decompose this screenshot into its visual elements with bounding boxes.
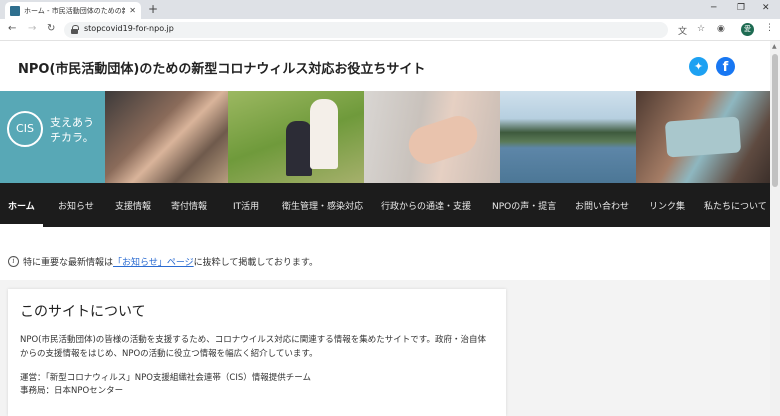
office-text: 事務局：日本NPOセンター <box>20 386 124 396</box>
active-nav-underline <box>0 224 43 227</box>
cis-tagline: 支えあう チカラ。 <box>50 116 94 144</box>
back-arrow-icon[interactable]: ← <box>8 23 16 34</box>
nav-item-news[interactable]: お知らせ <box>58 199 94 212</box>
banner-photo-handwashing <box>364 91 500 183</box>
about-meta: 運営：「新型コロナウィルス」NPO支援組織社会連帯（CIS）情報提供チーム 事務… <box>20 372 311 398</box>
new-tab-button[interactable]: + <box>148 2 158 16</box>
cis-logo-mark: CIS <box>7 111 43 147</box>
browser-tab[interactable]: ホーム - 市民活動団体のための新型 ✕ <box>5 2 141 19</box>
scrollbar-thumb[interactable] <box>772 54 778 187</box>
about-title: このサイトについて <box>20 304 146 320</box>
nav-item-hygiene[interactable]: 衛生管理・感染対応 <box>282 199 363 212</box>
browser-menu-icon[interactable]: ⋮ <box>765 23 774 33</box>
news-page-link[interactable]: 「お知らせ」ページ <box>113 255 194 268</box>
nav-item-contact[interactable]: お問い合わせ <box>575 199 629 212</box>
close-window-icon[interactable]: ✕ <box>762 3 770 13</box>
minimize-window-icon[interactable]: ─ <box>711 3 716 13</box>
reload-icon[interactable]: ↻ <box>47 23 55 34</box>
profile-avatar[interactable]: 愛 <box>741 23 754 36</box>
page-scrollbar[interactable]: ▲ <box>770 41 780 416</box>
nav-item-about[interactable]: 私たちについて <box>704 199 767 212</box>
banner-photo-child-eating <box>105 91 228 183</box>
site-title[interactable]: NPO(市民活動団体)のための新型コロナウィルス対応お役立ちサイト <box>18 58 425 77</box>
nav-item-links[interactable]: リンク集 <box>649 199 685 212</box>
address-bar[interactable]: stopcovid19-for-npo.jp <box>64 22 668 38</box>
camera-icon[interactable]: ◉ <box>717 24 725 34</box>
browser-tab-strip: ホーム - 市民活動団体のための新型 ✕ + ─ ❐ ✕ <box>0 0 780 19</box>
restore-window-icon[interactable]: ❐ <box>737 3 745 13</box>
info-icon: i <box>8 256 19 267</box>
nav-item-npo-voice[interactable]: NPOの声・提言 <box>492 199 556 212</box>
operator-text: 運営：「新型コロナウィルス」NPO支援組織社会連帯（CIS）情報提供チーム <box>20 373 312 383</box>
nav-item-home[interactable]: ホーム <box>8 199 35 212</box>
about-card: このサイトについて NPO(市民活動団体)の皆様の活動を支援するため、コロナウイ… <box>8 289 506 416</box>
scroll-up-icon[interactable]: ▲ <box>772 43 777 50</box>
facebook-icon[interactable]: f <box>716 57 735 76</box>
banner-photo-mask <box>636 91 770 183</box>
about-description: NPO(市民活動団体)の皆様の活動を支援するため、コロナウイルス対応に関連する情… <box>20 335 486 359</box>
nav-item-it[interactable]: IT活用 <box>233 199 259 212</box>
hero-banner: CIS 支えあう チカラ。 <box>0 91 770 183</box>
nav-item-donation[interactable]: 寄付情報 <box>171 199 207 212</box>
global-nav: ホーム お知らせ 支援情報 寄付情報 IT活用 衛生管理・感染対応 行政からの通… <box>0 183 770 227</box>
nav-item-government[interactable]: 行政からの通達・支援 <box>381 199 471 212</box>
translate-icon[interactable]: 文 <box>678 24 687 37</box>
site-favicon-icon <box>10 5 20 16</box>
bookmark-star-icon[interactable]: ☆ <box>697 24 705 34</box>
banner-photo-caregiver <box>228 91 364 183</box>
url-text[interactable]: stopcovid19-for-npo.jp <box>84 24 174 33</box>
forward-arrow-icon[interactable]: → <box>28 23 36 34</box>
close-tab-icon[interactable]: ✕ <box>129 6 136 15</box>
cis-logo: CIS 支えあう チカラ。 <box>0 91 105 183</box>
browser-toolbar: ← → ↻ stopcovid19-for-npo.jp 文 ☆ ◉ 愛 ⋮ <box>0 19 780 41</box>
tab-title: ホーム - 市民活動団体のための新型 <box>24 6 126 15</box>
twitter-icon[interactable]: ✦ <box>689 57 708 76</box>
banner-photo-lake <box>500 91 636 183</box>
site-header: NPO(市民活動団体)のための新型コロナウィルス対応お役立ちサイト <box>0 41 770 91</box>
lock-icon[interactable] <box>71 25 79 34</box>
important-notice: i 特に重要な最新情報は 「お知らせ」ページ に抜粋して掲載しております。 <box>8 255 318 268</box>
nav-item-support[interactable]: 支援情報 <box>115 199 151 212</box>
